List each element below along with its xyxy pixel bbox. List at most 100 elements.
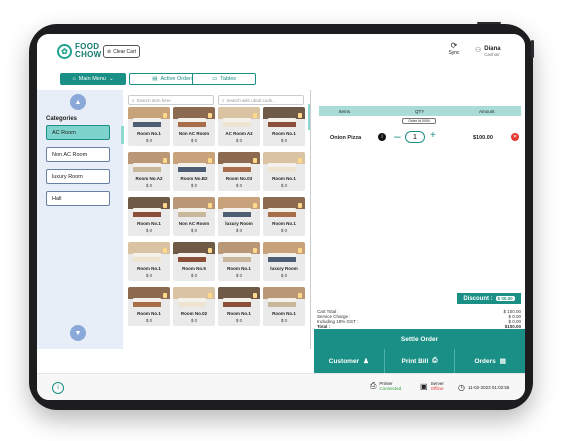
- room-card[interactable]: Room No.1 $ 0: [128, 107, 170, 146]
- item-search-placeholder: Search item here: [136, 97, 171, 103]
- tablet-side-button: [531, 40, 534, 58]
- main-menu-button[interactable]: ⌂ Main Menu ⌄: [60, 73, 126, 85]
- tablet-top-button: [477, 22, 501, 24]
- room-name: Room No.02: [180, 311, 208, 316]
- room-name: Room No.1: [272, 131, 296, 136]
- item-search-input[interactable]: ⌕ Search item here: [128, 95, 214, 105]
- server-status: ▣ Server Offline: [420, 381, 444, 391]
- panel-divider: [310, 90, 311, 349]
- category-luxury-room[interactable]: luxury Room: [46, 169, 110, 184]
- room-price: $ 0: [235, 318, 243, 323]
- room-name: AC Room A2: [225, 131, 253, 136]
- room-card[interactable]: luxury Room $ 0: [218, 197, 260, 236]
- room-name: Room No.1: [137, 221, 161, 226]
- room-card[interactable]: Room No.1 $ 0: [128, 197, 170, 236]
- search-icon: ⌕: [132, 97, 135, 103]
- room-name: Room No.1: [137, 266, 161, 271]
- clear-cart-button[interactable]: ⊘ Clear Cart: [103, 45, 140, 58]
- scroll-up-button[interactable]: ▲: [70, 94, 86, 110]
- home-icon: ⌂: [72, 76, 76, 82]
- room-card[interactable]: Room No.1 $ 0: [263, 197, 305, 236]
- plus-icon[interactable]: +: [430, 130, 436, 142]
- room-card[interactable]: Room No.02 $ 0: [173, 287, 215, 326]
- category-ac-room[interactable]: AC Room: [46, 125, 110, 140]
- orders-label: Orders: [474, 357, 496, 365]
- user-icon: ⚇: [475, 47, 482, 54]
- room-name: luxury Room: [270, 266, 298, 271]
- room-price: $ 0: [235, 228, 243, 233]
- room-card[interactable]: AC Room A2 $ 0: [218, 107, 260, 146]
- delete-icon[interactable]: ✕: [511, 133, 519, 141]
- order-panel: Items QTY Amount Order Id 0000 Onion Piz…: [314, 90, 525, 349]
- user-profile[interactable]: ⚇ Diana Cashier: [475, 46, 501, 57]
- room-image: [173, 242, 215, 264]
- room-name: luxury Room: [225, 221, 253, 226]
- sync-button[interactable]: ⟳ Sync: [447, 42, 461, 57]
- room-price: $ 0: [235, 273, 243, 278]
- room-image: [263, 197, 305, 219]
- room-image: [263, 152, 305, 174]
- room-price: $ 0: [190, 318, 198, 323]
- col-amount: Amount: [479, 109, 495, 114]
- room-card[interactable]: Room No.1 $ 0: [263, 107, 305, 146]
- quantity-field[interactable]: 1: [405, 131, 425, 143]
- room-card[interactable]: Room No.1 $ 0: [218, 287, 260, 326]
- room-card[interactable]: Non AC Room $ 0: [173, 107, 215, 146]
- room-image: [218, 287, 260, 309]
- category-non-ac-room[interactable]: Non AC Room: [46, 147, 110, 162]
- room-card[interactable]: Room No.5 $ 0: [173, 242, 215, 281]
- totals-section: Cart Total : $ 100.00 Service Charge : $…: [314, 307, 525, 329]
- room-image: [128, 107, 170, 129]
- col-items: Items: [339, 109, 351, 114]
- room-card[interactable]: Room No.1 $ 0: [263, 152, 305, 191]
- printer-status: ⎙ Printer Connected: [370, 381, 401, 391]
- minus-icon[interactable]: –: [394, 130, 401, 142]
- orders-icon: ▤: [152, 76, 158, 82]
- room-card[interactable]: Room No.A2 $ 0: [128, 152, 170, 191]
- room-card[interactable]: Room No.1 $ 0: [218, 242, 260, 281]
- room-image: [263, 107, 305, 129]
- discount-button[interactable]: Discount : $ 00.00: [457, 293, 521, 304]
- datetime-value: 11-02-2023 01:02:55: [467, 385, 510, 390]
- info-icon[interactable]: i: [52, 382, 64, 394]
- screen: ✿ FOOD CHOW ⊘ Clear Cart ⟳ Sync ⚇ Diana …: [37, 34, 525, 400]
- room-card[interactable]: Room No.1 $ 0: [128, 287, 170, 326]
- discount-label: Discount :: [463, 295, 493, 302]
- room-image: [173, 152, 215, 174]
- room-image: [218, 107, 260, 129]
- tables-button[interactable]: ▭ Tables: [192, 73, 256, 85]
- orders-button[interactable]: Orders ▤: [455, 349, 525, 373]
- print-bill-label: Print Bill: [401, 357, 429, 365]
- room-name: Non AC Room: [178, 131, 210, 136]
- receipt-icon: ▤: [499, 358, 506, 365]
- category-hall[interactable]: Hall: [46, 191, 110, 206]
- customer-label: Customer: [328, 357, 360, 365]
- room-name: Room No.5: [182, 266, 206, 271]
- room-card[interactable]: Non AC Room $ 0: [173, 197, 215, 236]
- room-card[interactable]: Room No.B2 $ 0: [173, 152, 215, 191]
- category-panel: ▲ Categories AC Room Non AC Room luxury …: [37, 90, 123, 349]
- customer-button[interactable]: Customer ♟: [314, 349, 385, 373]
- room-name: Non AC Room: [178, 221, 210, 226]
- info-icon[interactable]: i: [378, 133, 386, 141]
- scroll-down-button[interactable]: ▼: [70, 325, 86, 341]
- print-bill-button[interactable]: Print Bill ⎙: [385, 349, 456, 373]
- room-price: $ 0: [280, 183, 288, 188]
- ubar-search-input[interactable]: ⌕ Search with ubarl code...: [218, 95, 304, 105]
- room-image: [218, 197, 260, 219]
- left-bottom-fill: [37, 349, 314, 373]
- room-image: [218, 242, 260, 264]
- room-name: Room No.A2: [135, 176, 163, 181]
- room-price: $ 0: [235, 138, 243, 143]
- logo-icon: ✿: [57, 43, 72, 59]
- chevron-down-icon: ⌄: [108, 76, 114, 82]
- room-price: $ 0: [145, 138, 153, 143]
- room-image: [263, 242, 305, 264]
- settle-order-button[interactable]: Settle Order: [314, 329, 525, 349]
- room-card[interactable]: Room No.03 $ 0: [218, 152, 260, 191]
- order-item-name: Onion Pizza: [330, 135, 362, 141]
- room-card[interactable]: luxury Room $ 0: [263, 242, 305, 281]
- room-card[interactable]: Room No.1 $ 0: [263, 287, 305, 326]
- room-card[interactable]: Room No.1 $ 0: [128, 242, 170, 281]
- top-header: ✿ FOOD CHOW ⊘ Clear Cart ⟳ Sync ⚇ Diana …: [37, 34, 525, 70]
